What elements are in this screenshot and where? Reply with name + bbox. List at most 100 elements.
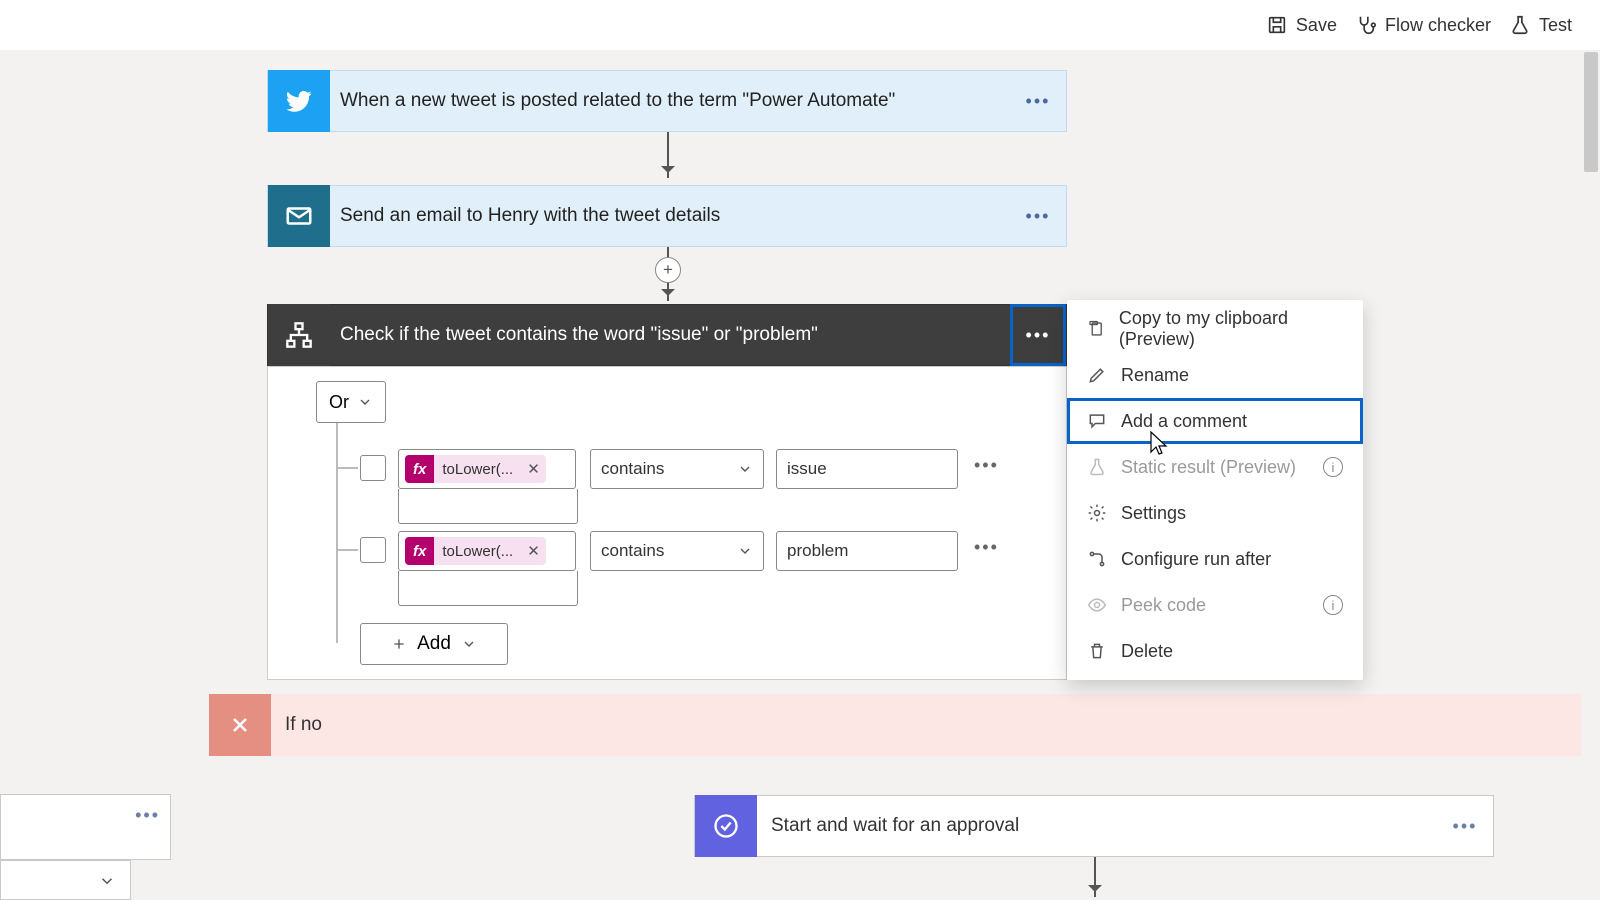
row-checkbox[interactable] [360, 537, 386, 563]
insert-step-button[interactable]: + [655, 257, 681, 283]
condition-more-button[interactable]: ••• [1010, 304, 1066, 366]
operator-label: contains [601, 459, 664, 479]
menu-static-result: Static result (Preview) i [1067, 444, 1363, 490]
flask-icon [1087, 457, 1107, 477]
expression-field[interactable]: fx toLower(... ✕ [398, 449, 576, 489]
approval-card[interactable]: Start and wait for an approval ••• [694, 795, 1494, 857]
row-more-button[interactable]: ••• [970, 531, 1003, 564]
mail-icon [268, 185, 330, 247]
fx-icon: fx [405, 455, 434, 483]
operator-label: contains [601, 541, 664, 561]
chevron-down-icon [357, 394, 373, 410]
chevron-down-icon [737, 461, 753, 477]
menu-settings-label: Settings [1121, 503, 1186, 524]
trigger-card[interactable]: When a new tweet is posted related to th… [267, 70, 1067, 132]
trash-icon [1087, 641, 1107, 661]
fx-icon: fx [405, 537, 434, 565]
condition-row: fx toLower(... ✕ contains issue ••• [360, 449, 1003, 524]
if-no-title: If no [271, 714, 322, 736]
email-more-button[interactable]: ••• [1010, 185, 1066, 247]
add-row-button[interactable]: Add [360, 623, 508, 665]
menu-add-comment[interactable]: Add a comment [1067, 398, 1363, 444]
stethoscope-icon [1355, 14, 1377, 36]
context-menu: Copy to my clipboard (Preview) Rename Ad… [1067, 300, 1363, 680]
eye-icon [1087, 595, 1107, 615]
condition-title: Check if the tweet contains the word "is… [330, 324, 818, 346]
operator-dropdown[interactable]: contains [590, 531, 764, 571]
menu-settings[interactable]: Settings [1067, 490, 1363, 536]
close-icon [209, 694, 271, 756]
flow-checker-label: Flow checker [1385, 15, 1491, 36]
approval-title: Start and wait for an approval [757, 815, 1019, 837]
flow-checker-button[interactable]: Flow checker [1355, 14, 1491, 36]
expression-token: fx toLower(... ✕ [405, 455, 546, 483]
condition-card-header[interactable]: Check if the tweet contains the word "is… [267, 304, 1067, 366]
value-field[interactable]: problem [776, 531, 958, 571]
group-operator-label: Or [329, 392, 349, 413]
test-button[interactable]: Test [1509, 14, 1572, 36]
scrollbar-thumb[interactable] [1584, 52, 1598, 172]
plus-icon [391, 636, 407, 652]
menu-copy[interactable]: Copy to my clipboard (Preview) [1067, 306, 1363, 352]
comment-icon [1087, 411, 1107, 431]
connector-arrow [1094, 857, 1096, 897]
approval-more-button[interactable]: ••• [1437, 816, 1493, 837]
condition-row: fx toLower(... ✕ contains problem ••• [360, 531, 1003, 606]
tree-line [336, 423, 338, 643]
row-more-button[interactable]: ••• [970, 449, 1003, 482]
value-text: problem [787, 541, 848, 561]
vertical-scrollbar[interactable] [1582, 52, 1600, 900]
trigger-more-button[interactable]: ••• [1010, 70, 1066, 132]
value-field[interactable]: issue [776, 449, 958, 489]
token-text: toLower(... [434, 543, 521, 560]
approval-icon [695, 795, 757, 857]
connector-arrow [667, 132, 669, 178]
email-card[interactable]: Send an email to Henry with the tweet de… [267, 185, 1067, 247]
menu-copy-label: Copy to my clipboard (Preview) [1119, 308, 1343, 350]
save-label: Save [1296, 15, 1337, 36]
save-icon [1266, 14, 1288, 36]
toolbar: Save Flow checker Test [0, 0, 1600, 50]
group-operator-dropdown[interactable]: Or [316, 381, 386, 423]
condition-icon [268, 304, 330, 366]
info-icon[interactable]: i [1323, 595, 1343, 615]
chevron-down-icon [461, 636, 477, 652]
flow-canvas[interactable]: When a new tweet is posted related to th… [0, 52, 1582, 900]
tree-line [336, 467, 358, 469]
menu-add-comment-label: Add a comment [1121, 411, 1247, 432]
token-text: toLower(... [434, 461, 521, 478]
chevron-down-icon [737, 543, 753, 559]
menu-delete[interactable]: Delete [1067, 628, 1363, 674]
info-icon[interactable]: i [1323, 457, 1343, 477]
menu-run-after[interactable]: Configure run after [1067, 536, 1363, 582]
add-label: Add [417, 633, 451, 655]
clipboard-icon [1087, 319, 1105, 339]
operator-dropdown[interactable]: contains [590, 449, 764, 489]
test-label: Test [1539, 15, 1572, 36]
row-checkbox[interactable] [360, 455, 386, 481]
partial-card[interactable]: ••• [0, 794, 171, 860]
tree-line [336, 549, 358, 551]
expression-field[interactable]: fx toLower(... ✕ [398, 531, 576, 571]
expression-token: fx toLower(... ✕ [405, 537, 546, 565]
pencil-icon [1087, 365, 1107, 385]
menu-rename-label: Rename [1121, 365, 1189, 386]
flask-icon [1509, 14, 1531, 36]
condition-body: Or fx toLower(... ✕ contains [267, 366, 1067, 680]
twitter-icon [268, 70, 330, 132]
if-no-branch[interactable]: If no [209, 694, 1581, 756]
token-remove-button[interactable]: ✕ [521, 542, 546, 560]
menu-rename[interactable]: Rename [1067, 352, 1363, 398]
menu-peek-code: Peek code i [1067, 582, 1363, 628]
partial-dropdown[interactable] [0, 860, 131, 900]
token-remove-button[interactable]: ✕ [521, 460, 546, 478]
menu-run-after-label: Configure run after [1121, 549, 1271, 570]
branch-icon [1087, 549, 1107, 569]
partial-card-more-button[interactable]: ••• [135, 805, 160, 826]
email-title: Send an email to Henry with the tweet de… [330, 205, 720, 227]
menu-delete-label: Delete [1121, 641, 1173, 662]
save-button[interactable]: Save [1266, 14, 1337, 36]
chevron-down-icon [98, 872, 116, 890]
menu-static-result-label: Static result (Preview) [1121, 457, 1296, 478]
gear-icon [1087, 503, 1107, 523]
